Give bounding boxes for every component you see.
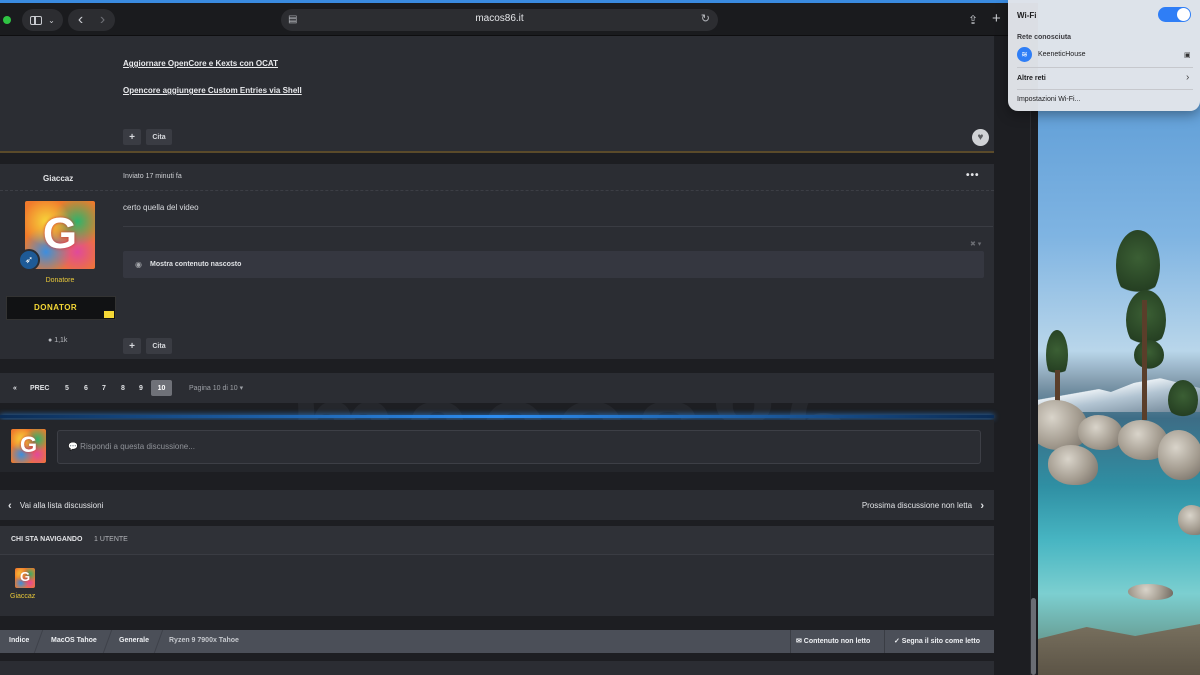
comment-icon: ● — [48, 337, 53, 344]
quote-button[interactable]: Cita — [146, 129, 172, 145]
url-text: macos86.it — [475, 13, 524, 24]
wifi-title: Wi-Fi — [1017, 11, 1037, 20]
post-body: certo quella del video — [123, 203, 199, 212]
online-user-link[interactable]: Giaccaz — [10, 593, 35, 600]
donator-badge-label: DONATOR — [34, 303, 78, 312]
who-is-online-title: CHI STA NAVIGANDO — [11, 536, 83, 543]
link-opencore-custom-entries[interactable]: Opencore aggiungere Custom Entries via S… — [123, 86, 302, 95]
post-timestamp: Inviato 17 minuti fa — [123, 173, 182, 180]
page-6[interactable]: 6 — [79, 380, 93, 396]
page-10-current[interactable]: 10 — [151, 380, 172, 396]
back-button[interactable]: ‹ — [70, 11, 92, 29]
forward-button[interactable]: › — [92, 11, 114, 29]
eye-icon: ◉ — [135, 260, 142, 269]
known-network-label: Rete conosciuta — [1017, 34, 1072, 41]
prev-page-button[interactable]: PREC — [30, 380, 49, 396]
page-9[interactable]: 9 — [134, 380, 148, 396]
who-is-online-header: CHI STA NAVIGANDO 1 UTENTE — [0, 526, 994, 555]
pagination: « PREC 5 6 7 8 9 10 Pagina 10 di 10 ▾ — [0, 373, 994, 403]
reply-area: G 💬 Rispondi a questa discussione... — [0, 420, 994, 472]
heart-icon[interactable]: ♥ — [972, 129, 989, 146]
hidden-content-toggle[interactable]: ◉ Mostra contenuto nascosto — [123, 251, 984, 278]
breadcrumb-item-macos-tahoe[interactable]: MacOS Tahoe — [51, 637, 97, 644]
wifi-icon: ≋ — [1017, 47, 1032, 62]
history-nav: ‹ › — [68, 9, 115, 31]
multiquote-button[interactable]: + — [123, 129, 141, 145]
multiquote-button[interactable]: + — [123, 338, 141, 354]
wifi-settings-item[interactable]: Impostazioni Wi-Fi... — [1017, 96, 1080, 103]
chevron-right-icon: › — [980, 500, 984, 512]
next-unread-link[interactable]: Prossima discussione non letta › — [862, 499, 984, 512]
footer-panel — [0, 661, 994, 675]
page-5[interactable]: 5 — [60, 380, 74, 396]
share-button[interactable]: ⇪ — [968, 13, 978, 27]
avatar[interactable]: G — [15, 568, 35, 588]
wifi-toggle[interactable] — [1158, 7, 1191, 22]
close-icon[interactable]: ✖ ▾ — [970, 240, 981, 248]
breadcrumb-item-current: Ryzen 9 7900x Tahoe — [169, 637, 239, 644]
page-jump-dropdown[interactable]: Pagina 10 di 10 ▾ — [189, 384, 243, 392]
divider-glow — [0, 415, 994, 418]
page-content: macos86 Aggiornare OpenCore e Kexts con … — [0, 36, 1030, 675]
reply-placeholder: 💬 Rispondi a questa discussione... — [68, 442, 195, 451]
wifi-network-keenetichouse[interactable]: KeeneticHouse — [1038, 51, 1085, 58]
sidebar-icon — [30, 15, 43, 25]
online-count: 1 UTENTE — [94, 536, 128, 543]
post-author[interactable]: Giaccaz — [43, 174, 73, 183]
quote-button[interactable]: Cita — [146, 338, 172, 354]
who-is-online: CHI STA NAVIGANDO 1 UTENTE G Giaccaz — [0, 526, 994, 616]
reload-button[interactable]: ↻ — [701, 12, 710, 25]
hidden-content-label: Mostra contenuto nascosto — [150, 261, 242, 268]
lock-icon: ▣ — [1184, 52, 1191, 59]
back-to-list-link[interactable]: ‹ Vai alla lista discussioni — [8, 499, 103, 512]
donator-badge: DONATOR — [6, 296, 116, 320]
chevron-right-icon: › — [1186, 72, 1190, 83]
browser-toolbar: ⌄ ‹ › ▤ macos86.it ↻ ⇪ + — [0, 3, 1038, 36]
page-8[interactable]: 8 — [116, 380, 130, 396]
user-role: Donatore — [45, 277, 75, 284]
chevron-down-icon: ⌄ — [48, 15, 55, 25]
topic-navigation: ‹ Vai alla lista discussioni Prossima di… — [0, 490, 994, 520]
more-options-icon[interactable]: ••• — [966, 170, 980, 181]
breadcrumb-item-generale[interactable]: Generale — [119, 637, 149, 644]
address-bar[interactable]: ▤ macos86.it ↻ — [281, 9, 718, 31]
window-zoom-button[interactable] — [3, 16, 11, 24]
mark-site-read-link[interactable]: ✓ Segna il sito come letto — [894, 637, 980, 645]
rank-rocket-icon: ➶ — [18, 249, 40, 271]
breadcrumb-item-index[interactable]: Indice — [9, 637, 29, 644]
previous-post: Aggiornare OpenCore e Kexts con OCAT Ope… — [0, 36, 994, 153]
link-opencore-kexts[interactable]: Aggiornare OpenCore e Kexts con OCAT — [123, 59, 278, 68]
wifi-menu: Wi-Fi Rete conosciuta ≋ KeeneticHouse ▣ … — [1008, 0, 1200, 111]
unread-content-link[interactable]: ✉ Contenuto non letto — [796, 637, 870, 645]
page-7[interactable]: 7 — [97, 380, 111, 396]
reply-input[interactable]: 💬 Rispondi a questa discussione... — [57, 430, 981, 464]
new-tab-button[interactable]: + — [992, 10, 1001, 27]
forum-post: Giaccaz Inviato 17 minuti fa ••• G ➶ Don… — [0, 164, 994, 359]
other-networks-item[interactable]: Altre reti — [1017, 75, 1046, 82]
chevron-left-icon: ‹ — [8, 500, 12, 512]
reputation-count: ● 1,1k — [48, 337, 68, 344]
scrollbar-thumb[interactable] — [1031, 598, 1036, 675]
sidebar-toggle-button[interactable]: ⌄ — [22, 9, 63, 31]
breadcrumb: Indice MacOS Tahoe Generale Ryzen 9 7900… — [0, 630, 994, 653]
avatar: G — [11, 429, 46, 463]
post-header: Giaccaz Inviato 17 minuti fa ••• — [0, 164, 994, 191]
first-page-button[interactable]: « — [8, 380, 22, 396]
